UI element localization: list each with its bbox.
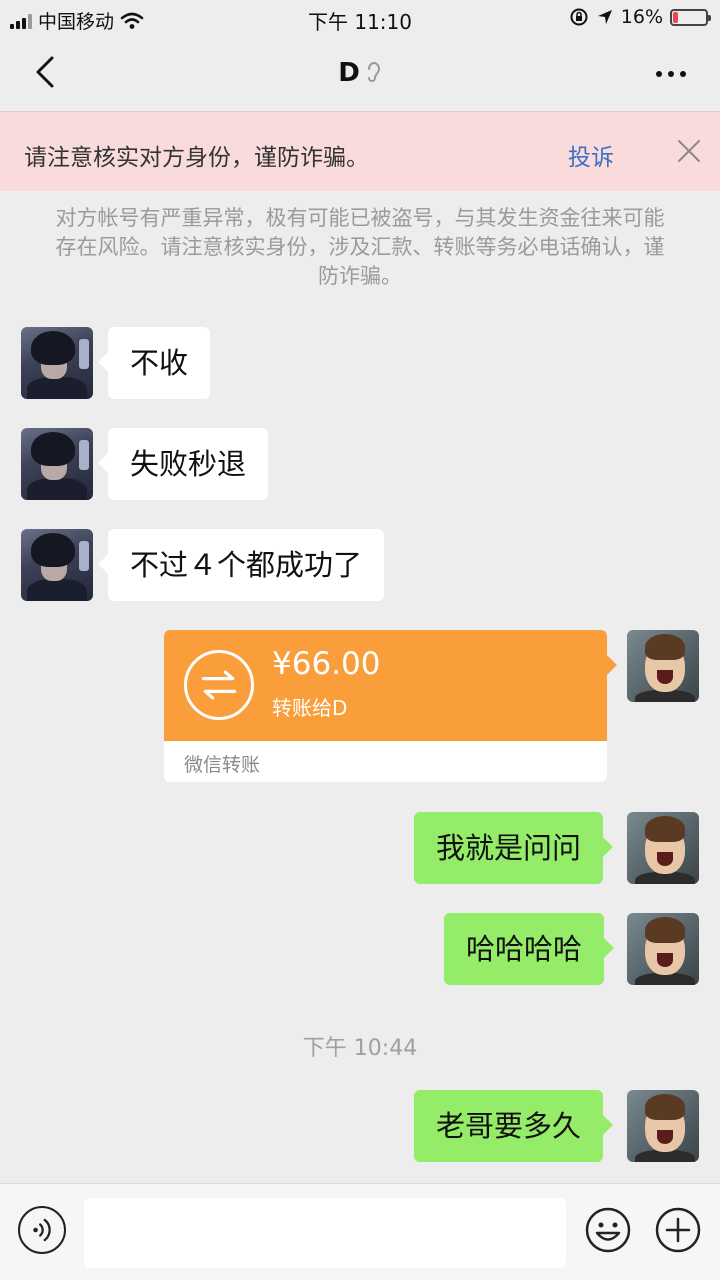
battery-icon [670, 8, 711, 26]
outgoing-message[interactable]: 老哥要多久 [414, 1090, 604, 1162]
chat-title[interactable]: D [0, 58, 720, 88]
my-avatar[interactable] [627, 1090, 699, 1162]
contact-avatar[interactable] [21, 327, 93, 399]
transfer-arrows-icon [184, 650, 254, 720]
system-warning-note: 对方帐号有严重异常，极有可能已被盗号，与其发生资金往来可能存在风险。请注意核实身… [55, 206, 665, 288]
transfer-recipient: 转账给D [272, 696, 348, 720]
plus-icon[interactable] [654, 1206, 702, 1254]
contact-name: D [338, 58, 360, 88]
banner-text: 请注意核实对方身份，谨防诈骗。 [24, 145, 369, 171]
contact-avatar[interactable] [21, 529, 93, 601]
outgoing-message[interactable]: 哈哈哈哈 [444, 913, 605, 985]
incoming-message[interactable]: 不过４个都成功了 [108, 529, 385, 601]
message-input[interactable] [84, 1198, 566, 1268]
voice-icon[interactable] [18, 1206, 66, 1254]
my-avatar[interactable] [627, 630, 699, 702]
message-timestamp: 下午 10:44 [302, 1036, 418, 1061]
my-avatar[interactable] [627, 812, 699, 884]
chat-screen: 中国移动 下午 11:10 16% D 请注意核实对方身份，谨防诈骗。 投诉 对… [0, 0, 720, 1280]
transfer-card[interactable]: ¥66.00 转账给D 微信转账 [164, 630, 607, 782]
report-link[interactable]: 投诉 [568, 138, 614, 172]
incoming-message[interactable]: 不收 [108, 327, 211, 399]
nav-bar: D [0, 38, 720, 110]
close-icon[interactable] [676, 138, 702, 164]
input-bar [0, 1183, 720, 1280]
status-bar: 中国移动 下午 11:10 16% [0, 0, 720, 38]
more-dots-icon[interactable] [656, 71, 686, 77]
transfer-label: 微信转账 [184, 754, 261, 776]
my-avatar[interactable] [627, 913, 699, 985]
fraud-warning-banner: 请注意核实对方身份，谨防诈骗。 投诉 [0, 111, 720, 191]
outgoing-message[interactable]: 我就是问问 [414, 812, 604, 884]
ear-icon [367, 62, 380, 82]
battery-percent: 16% [620, 6, 663, 28]
rotation-lock-icon [570, 8, 588, 26]
transfer-amount: ¥66.00 [272, 646, 381, 682]
transfer-card-top: ¥66.00 转账给D [164, 630, 607, 741]
emoji-icon[interactable] [584, 1206, 632, 1254]
location-arrow-icon [597, 10, 612, 24]
incoming-message[interactable]: 失败秒退 [108, 428, 269, 500]
transfer-card-footer: 微信转账 [164, 741, 607, 782]
contact-avatar[interactable] [21, 428, 93, 500]
